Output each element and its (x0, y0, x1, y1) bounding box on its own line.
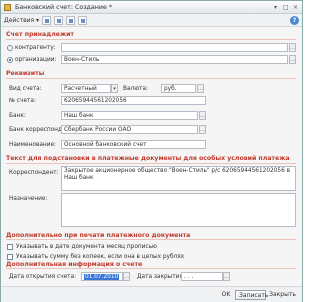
open-date-value: 01.07.2010 (84, 274, 120, 280)
org-field[interactable]: Воен-Стиль (61, 55, 288, 64)
ok-button[interactable]: OK (219, 290, 233, 300)
no-kopecks-label: Указывать сумму без копеек, если она в ц… (16, 254, 185, 260)
extra-print-section-title: Дополнительно при печати платежного доку… (6, 232, 191, 239)
save-button[interactable]: Записать (235, 290, 268, 300)
open-date-picker-button[interactable]: … (123, 272, 130, 281)
bank-account-window: Банковский счет: Создание * ▾ □ × Действ… (0, 0, 303, 302)
account-type-field[interactable]: Расчетный (61, 84, 111, 93)
window-title: Банковский счет: Создание * (15, 4, 113, 11)
open-date-field[interactable]: 01.07.2010 (81, 272, 123, 281)
divider (6, 78, 296, 79)
close-date-label: Дата закрытия: (137, 274, 185, 280)
close-date-field[interactable]: . . . (181, 272, 223, 281)
account-number-field[interactable]: 62065944561202056 (61, 96, 206, 105)
account-name-label: Наименование: (9, 142, 57, 148)
divider (6, 39, 296, 40)
divider (6, 239, 296, 240)
account-type-label: Вид счета: (9, 86, 42, 92)
list-icon[interactable] (66, 16, 75, 25)
contractor-field[interactable] (61, 43, 288, 52)
maximize-icon[interactable]: □ (283, 4, 289, 11)
close-date-picker-button[interactable]: … (223, 272, 230, 281)
owner-contractor-radio[interactable] (7, 45, 13, 51)
requisites-section-title: Реквизиты (6, 70, 45, 77)
org-select-button[interactable]: … (289, 55, 296, 64)
currency-field[interactable]: руб. (161, 84, 196, 93)
menu-arrow-icon[interactable]: ▾ (274, 4, 277, 11)
month-in-words-checkbox[interactable] (7, 244, 13, 250)
corr-bank-field[interactable]: Сбербанк России ОАО (61, 125, 198, 134)
account-number-label: № счета: (9, 98, 36, 104)
help-icon[interactable]: ? (290, 16, 299, 25)
currency-label: Валюта: (123, 86, 148, 92)
corr-bank-select-button[interactable]: … (199, 125, 206, 134)
window-icon (4, 4, 11, 11)
save-icon[interactable] (42, 16, 51, 25)
bank-field[interactable]: Наш банк (61, 111, 198, 120)
purpose-label: Назначение: (9, 196, 48, 202)
bank-select-button[interactable]: … (199, 111, 206, 120)
payment-text-section-title: Текст для подстановки в платежные докуме… (6, 155, 290, 162)
owner-org-radio[interactable] (7, 57, 13, 63)
info-icon[interactable] (78, 16, 87, 25)
toolbar: Действия ▾ ? (1, 14, 302, 27)
contractor-select-button[interactable]: … (289, 43, 296, 52)
owner-contractor-label: контрагенту: (15, 45, 56, 51)
account-name-field[interactable]: Основной банковский счет (61, 140, 206, 149)
corr-text-area[interactable]: Закрытое акционерное общество "Воен-Стил… (61, 166, 296, 191)
purpose-text-area[interactable] (61, 193, 296, 227)
extra-info-section-title: Дополнительная информация о счете (6, 261, 143, 268)
divider (6, 163, 296, 164)
open-date-label: Дата открытия счета: (9, 274, 77, 280)
close-icon[interactable]: × (293, 4, 298, 11)
copy-icon[interactable] (54, 16, 63, 25)
bank-label: Банк: (9, 113, 26, 119)
owner-org-label: организации: (15, 57, 57, 63)
no-kopecks-checkbox[interactable] (7, 254, 13, 260)
divider (6, 268, 296, 269)
actions-menu[interactable]: Действия ▾ (4, 17, 39, 24)
footer-bar: OK Записать Закрыть (1, 286, 302, 302)
owner-section-title: Счет принадлежит (6, 31, 75, 38)
chevron-down-icon[interactable]: ▾ (111, 84, 118, 93)
currency-select-button[interactable]: … (197, 84, 204, 93)
month-in-words-label: Указывать в дате документа месяц пропись… (16, 244, 157, 250)
title-bar: Банковский счет: Создание * ▾ □ × (1, 1, 302, 14)
corr-text-label: Корреспондент: (9, 170, 59, 176)
close-button[interactable]: Закрыть (267, 290, 298, 300)
